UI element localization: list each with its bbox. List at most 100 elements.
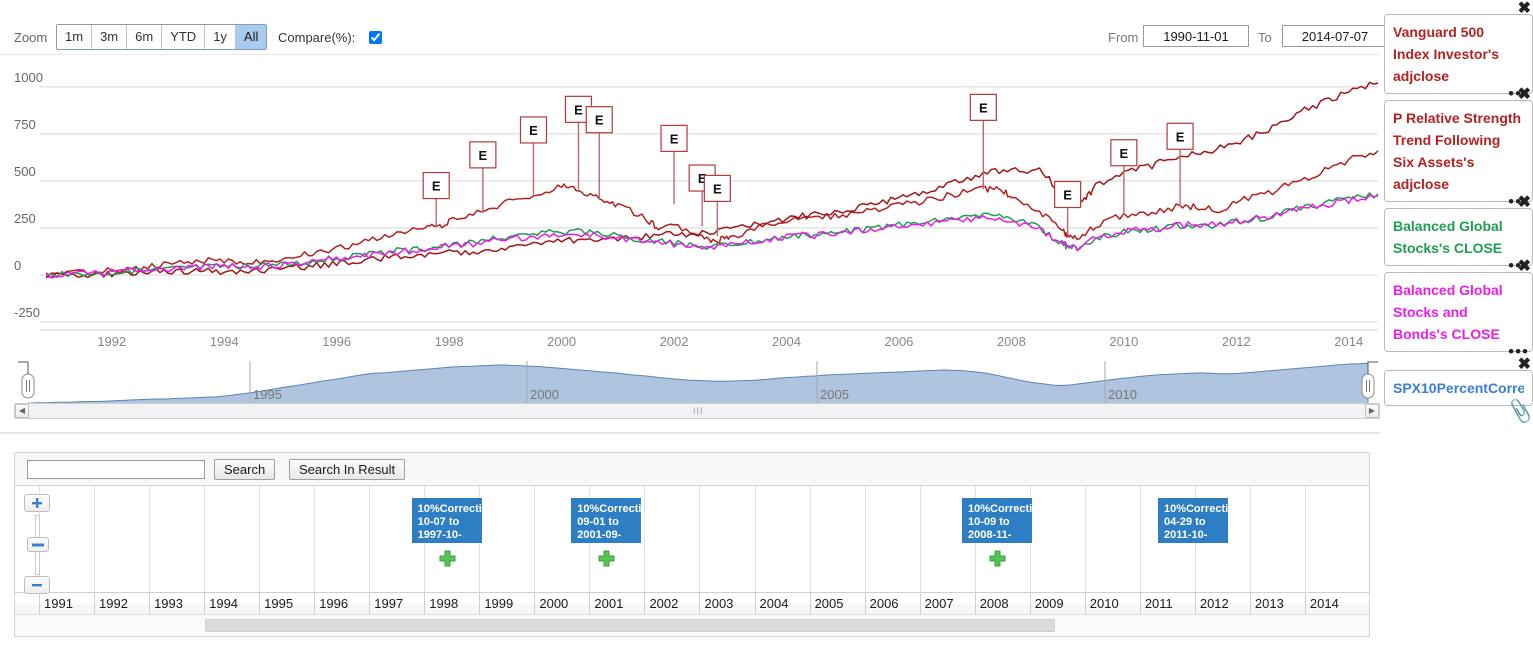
svg-text:250: 250 bbox=[14, 211, 36, 226]
svg-text:2000: 2000 bbox=[530, 387, 559, 402]
svg-text:E: E bbox=[713, 181, 722, 196]
timeline-year-label: 1991 bbox=[39, 593, 94, 615]
range-button-3m[interactable]: 3m bbox=[92, 25, 128, 49]
scroll-right-arrow[interactable]: ▶ bbox=[1365, 404, 1379, 418]
svg-text:500: 500 bbox=[14, 164, 36, 179]
timeline-year-label: 1994 bbox=[204, 593, 259, 615]
svg-text:E: E bbox=[1176, 129, 1185, 144]
search-button[interactable]: Search bbox=[214, 459, 276, 480]
expand-event-icon[interactable] bbox=[598, 550, 615, 567]
from-date-input[interactable] bbox=[1143, 25, 1249, 47]
legend-close-icon[interactable]: ✖ bbox=[1518, 87, 1531, 103]
timeline-year-label: 2014 bbox=[1304, 593, 1360, 615]
timeline-event-band[interactable]: 10%Correction12(2011-04-29 to 2011-10-03… bbox=[1157, 498, 1228, 543]
svg-text:E: E bbox=[1063, 188, 1072, 203]
svg-text:1995: 1995 bbox=[253, 387, 282, 402]
series-legend: ✖ Vanguard 500 Index Investor's adjclose •… bbox=[1384, 1, 1533, 425]
timeline-gridline bbox=[94, 486, 96, 604]
timeline-year-label: 1995 bbox=[259, 593, 314, 615]
timeline-event-band[interactable]: 10%Correction1(1997-10-07 to 1997-10-27) bbox=[411, 498, 482, 543]
svg-text:E: E bbox=[574, 102, 583, 117]
legend-close-icon[interactable]: ✖ bbox=[1518, 1, 1531, 17]
timeline-year-label: 1998 bbox=[424, 593, 479, 615]
timeline-gridline bbox=[754, 486, 756, 604]
timeline-year-label: 2001 bbox=[589, 593, 644, 615]
timeline-year-label: 2004 bbox=[754, 593, 810, 615]
legend-box[interactable]: Vanguard 500 Index Investor's adjclose bbox=[1384, 14, 1533, 94]
timeline-event-band[interactable]: 10%Correction9(2007-10-09 to 2008-11-20) bbox=[962, 498, 1033, 543]
timeline-gridline bbox=[314, 486, 316, 604]
nav-handle-right[interactable] bbox=[1361, 373, 1375, 399]
legend-label: Vanguard 500 Index Investor's adjclose bbox=[1393, 24, 1500, 84]
timeline-gridline bbox=[1084, 486, 1086, 604]
timeline-gridline bbox=[259, 486, 261, 604]
to-date-input[interactable] bbox=[1282, 25, 1388, 47]
expand-event-icon[interactable] bbox=[439, 550, 456, 567]
timeline-gridline bbox=[1304, 486, 1306, 604]
zoom-in-button[interactable] bbox=[24, 494, 50, 512]
expand-event-icon[interactable] bbox=[989, 550, 1006, 567]
range-button-6m[interactable]: 6m bbox=[127, 25, 163, 49]
chart-toolbar: Zoom 1m3m6mYTD1yAll Compare(%): From To bbox=[0, 24, 1388, 52]
zoom-slider-handle[interactable] bbox=[27, 537, 49, 552]
timeline-year-label: 2012 bbox=[1194, 593, 1250, 615]
nav-handle-left[interactable] bbox=[21, 373, 35, 399]
navigator-scrollbar[interactable]: ◀ ▶ III bbox=[14, 403, 1380, 419]
timeline-zoom-slider[interactable] bbox=[24, 494, 52, 594]
svg-text:E: E bbox=[479, 148, 488, 163]
plus-icon bbox=[32, 498, 42, 508]
timeline-year-axis: 1991 1992 1993 1994 1995 1996 1997 1998 1999 2000… bbox=[15, 592, 1369, 615]
timeline-event-band[interactable]: 10%Correction5(2000-09-01 to 2001-09-21) bbox=[571, 498, 642, 543]
timeline-year-label: 2002 bbox=[644, 593, 699, 615]
price-chart[interactable]: 1000 750 500 250 0 -250 1992 1994 1996 1998 2000 20… bbox=[0, 60, 1380, 360]
legend-close-icon[interactable]: ✖ bbox=[1518, 259, 1531, 275]
timeline-scrollbar-thumb[interactable] bbox=[205, 619, 1055, 632]
svg-text:2008: 2008 bbox=[997, 334, 1026, 349]
range-button-1m[interactable]: 1m bbox=[57, 25, 93, 49]
timeline-year-label: 1996 bbox=[314, 593, 369, 615]
range-button-all[interactable]: All bbox=[235, 25, 267, 49]
timeline-year-label: 2006 bbox=[864, 593, 920, 615]
timeline-scrollbar[interactable] bbox=[15, 614, 1369, 636]
compare-label: Compare(%): bbox=[278, 30, 356, 45]
range-button-1y[interactable]: 1y bbox=[205, 25, 236, 49]
legend-close-icon[interactable]: ✖ bbox=[1518, 357, 1531, 373]
minus-icon bbox=[32, 584, 42, 587]
svg-text:E: E bbox=[432, 179, 441, 194]
svg-text:1000: 1000 bbox=[14, 70, 43, 85]
timeline-gridline bbox=[1139, 486, 1141, 604]
compare-checkbox-input[interactable] bbox=[369, 31, 382, 44]
legend-box[interactable]: Balanced Global Stocks and Bonds's CLOSE bbox=[1384, 272, 1533, 352]
svg-text:1992: 1992 bbox=[97, 334, 126, 349]
scroll-left-arrow[interactable]: ◀ bbox=[15, 404, 29, 418]
svg-text:E: E bbox=[670, 131, 679, 146]
svg-text:2010: 2010 bbox=[1108, 387, 1137, 402]
legend-box[interactable]: P Relative Strength Trend Following Six … bbox=[1384, 100, 1533, 202]
timeline-year-label: 2000 bbox=[534, 593, 589, 615]
legend-item: ✖ Vanguard 500 Index Investor's adjclose •… bbox=[1384, 1, 1533, 102]
zoom-out-button[interactable] bbox=[24, 576, 50, 594]
timeline-year-label: 2013 bbox=[1249, 593, 1305, 615]
svg-text:2010: 2010 bbox=[1109, 334, 1138, 349]
timeline-year-label: 2008 bbox=[974, 593, 1030, 615]
legend-label: Balanced Global Stocks and Bonds's CLOSE bbox=[1393, 282, 1503, 342]
timeline-gridline bbox=[809, 486, 811, 604]
timeline-body[interactable]: 10%Correction1(1997-10-07 to 1997-10-27)… bbox=[15, 486, 1369, 604]
timeline-year-label: 1992 bbox=[94, 593, 149, 615]
svg-text:2014: 2014 bbox=[1334, 334, 1363, 349]
svg-text:1996: 1996 bbox=[322, 334, 351, 349]
svg-text:0: 0 bbox=[14, 258, 21, 273]
range-selector-buttons[interactable]: 1m 3m 6m YTD 1y All bbox=[56, 24, 268, 50]
attachment-icon[interactable]: 📎 bbox=[1506, 399, 1533, 426]
timeline-year-label: 2011 bbox=[1139, 593, 1195, 615]
range-button-ytd[interactable]: YTD bbox=[162, 25, 206, 49]
legend-item: ✖ Balanced Global Stocks's CLOSE ••• bbox=[1384, 195, 1533, 274]
scrollbar-grip[interactable]: III bbox=[693, 407, 703, 416]
legend-close-icon[interactable]: ✖ bbox=[1518, 195, 1531, 211]
search-in-result-button[interactable]: Search In Result bbox=[289, 459, 406, 480]
timeline-gridline bbox=[699, 486, 701, 604]
timeline-gridline bbox=[1249, 486, 1251, 604]
search-input[interactable] bbox=[27, 460, 205, 479]
compare-checkbox[interactable] bbox=[369, 31, 382, 44]
timeline-gridline bbox=[644, 486, 646, 604]
